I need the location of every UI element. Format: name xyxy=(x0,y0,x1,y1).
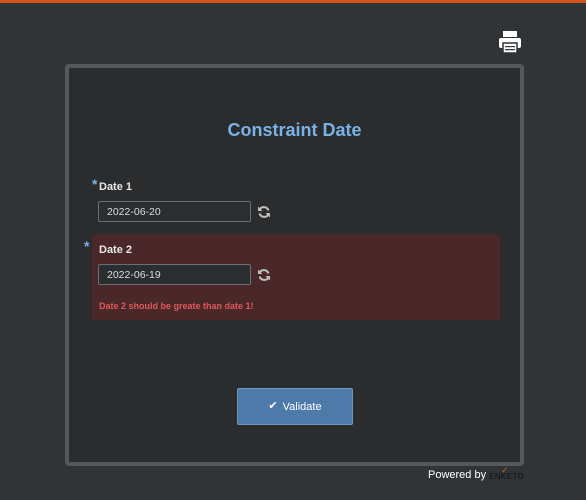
date-2-input[interactable] xyxy=(98,264,251,285)
enketo-logo[interactable]: ENKETO ✓ xyxy=(489,465,524,481)
form-card: Constraint Date * Date 1 * Date 2 Date xyxy=(65,64,524,466)
question-date-1: * Date 1 xyxy=(92,172,500,224)
date-2-error-message: Date 2 should be greate than date 1! xyxy=(99,301,254,311)
powered-by: Powered by ENKETO ✓ xyxy=(428,465,524,481)
form-title: Constraint Date xyxy=(227,120,362,140)
date-1-input[interactable] xyxy=(98,201,251,222)
date-1-label: Date 1 xyxy=(99,181,133,193)
print-icon xyxy=(499,31,521,54)
required-marker: * xyxy=(92,176,98,192)
refresh-icon xyxy=(258,269,270,281)
enketo-tick-icon: ✓ xyxy=(501,465,509,475)
date-2-reset-button[interactable] xyxy=(257,268,271,282)
required-marker: * xyxy=(84,238,90,254)
check-icon: ✔ xyxy=(268,400,278,412)
validate-label: Validate xyxy=(282,400,322,413)
powered-by-text: Powered by xyxy=(428,469,487,481)
print-button[interactable] xyxy=(497,30,523,54)
top-accent-bar xyxy=(0,0,586,3)
validate-button[interactable]: ✔ Validate xyxy=(237,388,353,425)
refresh-icon xyxy=(258,206,270,218)
date-2-label: Date 2 xyxy=(99,244,133,256)
date-1-reset-button[interactable] xyxy=(257,205,271,219)
question-date-2: * Date 2 Date 2 should be greate than da… xyxy=(84,234,500,320)
